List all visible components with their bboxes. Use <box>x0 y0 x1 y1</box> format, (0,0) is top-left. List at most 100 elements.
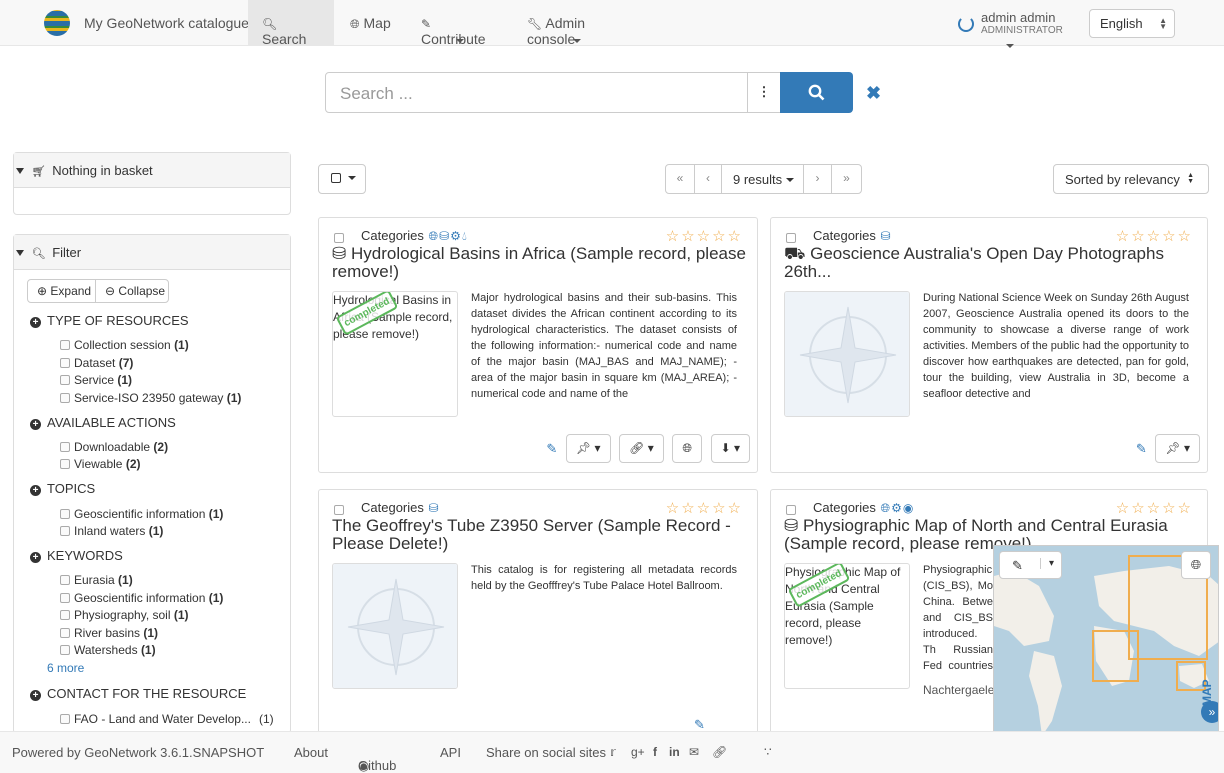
facet-item[interactable]: Viewable (2) <box>60 457 141 471</box>
nav-contribute[interactable]: ✎ Contribute <box>407 0 513 47</box>
compass-placeholder-icon <box>785 292 909 416</box>
rss-icon[interactable]: ∵ <box>764 745 772 759</box>
rating-stars[interactable]: ☆☆☆☆☆ <box>1116 227 1193 245</box>
record-thumbnail[interactable]: Hydrological Basins in Africa (Sample re… <box>332 291 458 417</box>
checkbox[interactable] <box>60 375 70 385</box>
facet-keywords[interactable]: + KEYWORDS <box>30 548 123 563</box>
record-title[interactable]: ⛁ Hydrological Basins in Africa (Sample … <box>332 245 757 281</box>
facet-item[interactable]: Collection session (1) <box>60 338 189 352</box>
expand-map-button[interactable]: » <box>1201 701 1218 723</box>
draw-extent-button[interactable]: ✎ ▾ <box>999 551 1062 579</box>
more-keywords-link[interactable]: 6 more <box>47 661 84 675</box>
last-page-button[interactable]: » <box>831 164 862 194</box>
search-button[interactable] <box>780 72 853 113</box>
gear-icon: ⚙ <box>450 229 461 243</box>
plus-circle-icon: + <box>30 317 41 328</box>
rating-stars[interactable]: ☆☆☆☆☆ <box>666 227 743 245</box>
record-card[interactable]: Categories ⛁ ☆☆☆☆☆ The Geoffrey's Tube Z… <box>318 489 758 739</box>
record-checkbox[interactable] <box>786 505 796 515</box>
record-checkbox[interactable] <box>786 233 796 243</box>
linkedin-icon[interactable]: in <box>669 745 680 759</box>
geonetwork-logo-icon[interactable] <box>44 10 70 36</box>
record-card[interactable]: Categories ⛁ ☆☆☆☆☆ ⛟ Geoscience Australi… <box>770 217 1208 473</box>
record-title[interactable]: The Geoffrey's Tube Z3950 Server (Sample… <box>332 517 757 553</box>
select-all-dropdown[interactable] <box>318 164 366 194</box>
first-page-button[interactable]: « <box>665 164 695 194</box>
checkbox[interactable] <box>60 526 70 536</box>
search-input[interactable]: Search ... <box>325 72 748 113</box>
nav-search[interactable]: 🔍︎ Search <box>248 0 334 47</box>
record-checkbox[interactable] <box>334 505 344 515</box>
facet-item[interactable]: Inland waters (1) <box>60 524 163 538</box>
facet-item[interactable]: Geoscientific information (1) <box>60 507 223 521</box>
edit-icon[interactable]: ✎ <box>1136 441 1147 457</box>
google-plus-icon[interactable]: g+ <box>631 745 645 759</box>
record-card[interactable]: Categories 🌐︎⛁⚙💧︎ ☆☆☆☆☆ ⛁ Hydrological B… <box>318 217 758 473</box>
view-on-map-button[interactable]: 🌐︎ <box>672 434 702 463</box>
filter-header[interactable]: 🔍︎ Filter <box>14 235 290 270</box>
checkbox[interactable] <box>60 459 70 469</box>
pin-dropdown-button[interactable]: 📌︎ ▾ <box>565 434 611 463</box>
record-title[interactable]: ⛟ Geoscience Australia's Open Day Photog… <box>784 245 1207 281</box>
checkbox[interactable] <box>60 628 70 638</box>
chevron-down-icon: ▾ <box>1040 558 1054 569</box>
facet-topics[interactable]: + TOPICS <box>30 481 95 496</box>
facet-available-actions[interactable]: + AVAILABLE ACTIONS <box>30 415 176 430</box>
search-options-button[interactable]: ⋮ <box>747 72 781 113</box>
map-tab-label[interactable]: MAP <box>1200 666 1218 706</box>
link-icon[interactable]: 🔗︎ <box>712 745 727 759</box>
facet-item[interactable]: Watersheds (1) <box>60 643 156 657</box>
facet-item[interactable]: Service (1) <box>60 373 132 387</box>
facet-contact[interactable]: + CONTACT FOR THE RESOURCE <box>30 686 246 701</box>
rating-stars[interactable]: ☆☆☆☆☆ <box>1116 499 1193 517</box>
record-thumbnail[interactable] <box>784 291 910 417</box>
checkbox[interactable] <box>60 645 70 655</box>
clear-search-button[interactable]: ✖ <box>866 83 881 104</box>
checkbox[interactable] <box>60 393 70 403</box>
checkbox[interactable] <box>60 575 70 585</box>
pencil-icon: ✎ <box>1012 558 1023 573</box>
nav-map[interactable]: 🌐︎ Map <box>336 0 405 46</box>
checkbox[interactable] <box>60 340 70 350</box>
record-checkbox[interactable] <box>334 233 344 243</box>
download-dropdown-button[interactable]: ⬇ ▾ <box>710 434 750 463</box>
brand-link[interactable]: My GeoNetwork catalogue <box>84 15 249 31</box>
facet-item[interactable]: Dataset (7) <box>60 356 133 370</box>
checkbox[interactable] <box>60 610 70 620</box>
api-link[interactable]: API <box>440 745 461 760</box>
facet-type-of-resources[interactable]: + TYPE OF RESOURCES <box>30 313 189 328</box>
facet-item[interactable]: Physiography, soil (1) <box>60 608 189 622</box>
checkbox[interactable] <box>60 509 70 519</box>
user-menu[interactable]: admin admin ADMINISTRATOR <box>958 10 1068 48</box>
checkbox[interactable] <box>60 714 70 724</box>
facet-item[interactable]: Eurasia (1) <box>60 573 133 587</box>
facet-item[interactable]: Service-ISO 23950 gateway (1) <box>60 391 241 405</box>
facet-item[interactable]: Geoscientific information (1) <box>60 591 223 605</box>
collapse-button[interactable]: ⊖ Collapse <box>95 279 169 303</box>
about-link[interactable]: About <box>294 745 328 760</box>
sort-select[interactable]: Sorted by relevancy ▲ ▼ <box>1053 164 1209 194</box>
checkbox[interactable] <box>60 442 70 452</box>
pin-dropdown-button[interactable]: 📌︎ ▾ <box>1155 434 1200 463</box>
next-page-button[interactable]: › <box>803 164 832 194</box>
checkbox[interactable] <box>60 593 70 603</box>
previous-page-button[interactable]: ‹ <box>694 164 722 194</box>
facet-item[interactable]: FAO - Land and Water Develop... (1) <box>60 712 274 726</box>
language-select[interactable]: English ▲ ▼ <box>1089 9 1175 38</box>
record-thumbnail[interactable]: Physiographic Map of North and Central E… <box>784 563 910 689</box>
nav-admin-console[interactable]: 🔧︎ Admin console <box>513 0 641 47</box>
links-dropdown-button[interactable]: 🔗︎ ▾ <box>619 434 664 463</box>
map-globe-button[interactable]: 🌐︎ <box>1181 551 1211 579</box>
expand-button[interactable]: ⊕ Expand <box>27 279 96 303</box>
checkbox[interactable] <box>60 358 70 368</box>
facet-item[interactable]: Downloadable (2) <box>60 440 168 454</box>
twitter-icon[interactable]: 𝕣 <box>610 745 616 759</box>
email-icon[interactable]: ✉ <box>689 745 699 759</box>
facebook-icon[interactable]: f <box>653 745 657 759</box>
rating-stars[interactable]: ☆☆☆☆☆ <box>666 499 743 517</box>
edit-icon[interactable]: ✎ <box>546 441 557 457</box>
results-count-dropdown[interactable]: 9 results <box>721 164 804 194</box>
facet-item[interactable]: River basins (1) <box>60 626 158 640</box>
basket-header[interactable]: 🛒︎ Nothing in basket <box>14 153 290 188</box>
record-thumbnail[interactable] <box>332 563 458 689</box>
